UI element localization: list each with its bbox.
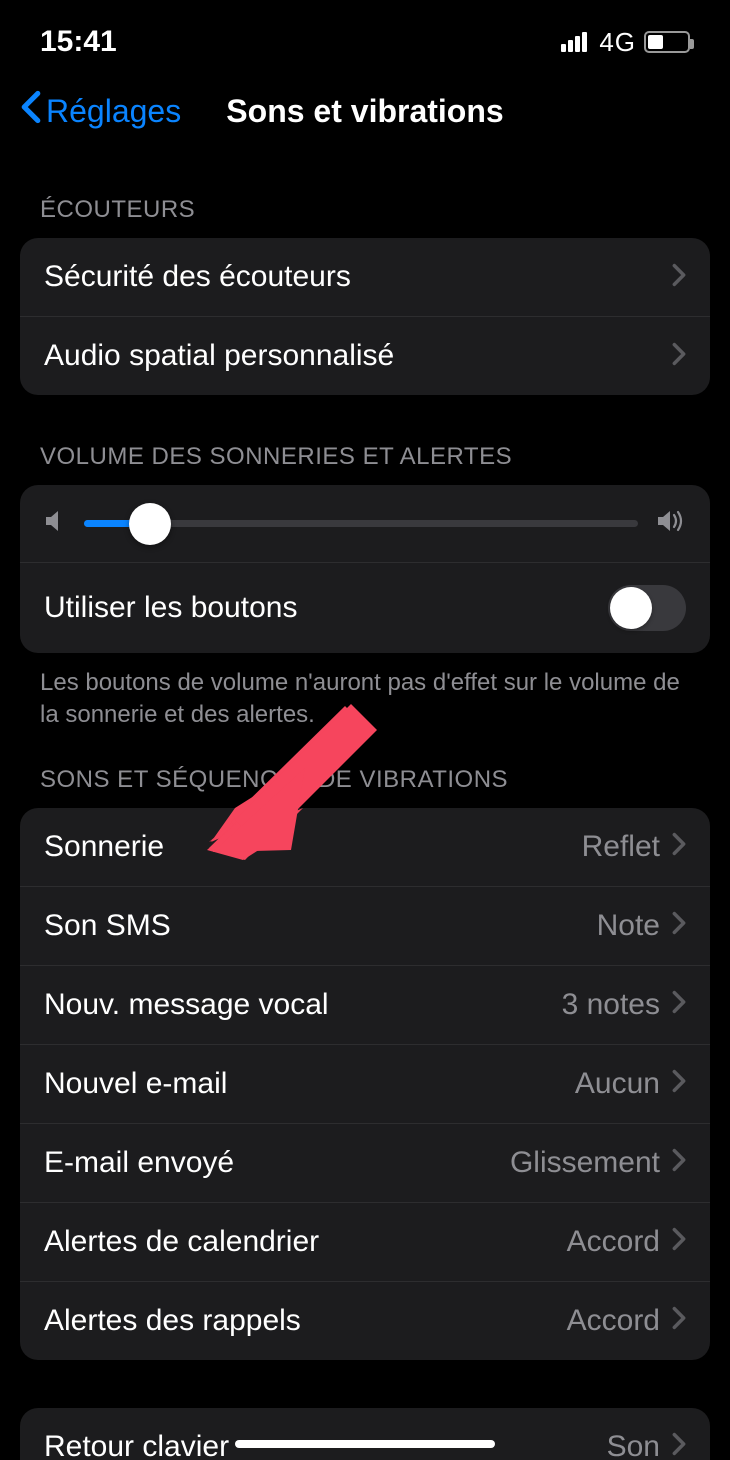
- row-voicemail[interactable]: Nouv. message vocal 3 notes: [20, 965, 710, 1044]
- chevron-right-icon: [672, 1306, 686, 1335]
- chevron-right-icon: [672, 1227, 686, 1256]
- battery-icon: [644, 31, 690, 53]
- row-value: Accord: [567, 1304, 660, 1338]
- row-sent-mail[interactable]: E-mail envoyé Glissement: [20, 1123, 710, 1202]
- row-value: Son: [607, 1430, 660, 1460]
- group-volume: Utiliser les boutons: [20, 485, 710, 653]
- group-keyboard: Retour clavier Son: [20, 1408, 710, 1460]
- network-type: 4G: [599, 27, 636, 58]
- row-spatial-audio[interactable]: Audio spatial personnalisé: [20, 316, 710, 395]
- settings-content: ÉCOUTEURS Sécurité des écouteurs Audio s…: [0, 148, 730, 1460]
- chevron-right-icon: [672, 990, 686, 1019]
- slider-thumb[interactable]: [129, 503, 171, 545]
- status-time: 15:41: [40, 25, 117, 59]
- row-volume-slider: [20, 485, 710, 562]
- chevron-right-icon: [672, 1432, 686, 1460]
- volume-high-icon: [656, 509, 686, 538]
- row-label: Sonnerie: [44, 830, 164, 864]
- home-indicator[interactable]: [235, 1440, 495, 1448]
- row-label: Alertes des rappels: [44, 1304, 301, 1338]
- row-label: Nouv. message vocal: [44, 988, 329, 1022]
- row-label: Audio spatial personnalisé: [44, 339, 394, 373]
- row-label: Utiliser les boutons: [44, 591, 297, 625]
- row-use-buttons: Utiliser les boutons: [20, 562, 710, 653]
- row-value: Accord: [567, 1225, 660, 1259]
- section-header-sounds: SONS ET SÉQUENCES DE VIBRATIONS: [20, 732, 710, 808]
- row-label: Alertes de calendrier: [44, 1225, 319, 1259]
- volume-low-icon: [44, 509, 66, 538]
- chevron-right-icon: [672, 1069, 686, 1098]
- row-label: Nouvel e-mail: [44, 1067, 227, 1101]
- chevron-right-icon: [672, 1148, 686, 1177]
- cellular-signal-icon: [561, 32, 587, 52]
- status-right: 4G: [561, 27, 690, 58]
- chevron-right-icon: [672, 832, 686, 861]
- status-bar: 15:41 4G: [0, 0, 730, 66]
- row-ringtone[interactable]: Sonnerie Reflet: [20, 808, 710, 886]
- chevron-right-icon: [672, 911, 686, 940]
- page-title: Sons et vibrations: [226, 93, 503, 130]
- row-label: Retour clavier: [44, 1430, 229, 1460]
- back-button[interactable]: Réglages: [20, 90, 181, 132]
- row-label: Sécurité des écouteurs: [44, 260, 351, 294]
- row-calendar-alerts[interactable]: Alertes de calendrier Accord: [20, 1202, 710, 1281]
- chevron-right-icon: [672, 342, 686, 371]
- row-headphone-safety[interactable]: Sécurité des écouteurs: [20, 238, 710, 316]
- row-value: Aucun: [575, 1067, 660, 1101]
- volume-slider[interactable]: [84, 520, 638, 527]
- section-header-headphones: ÉCOUTEURS: [20, 148, 710, 238]
- section-footer-volume: Les boutons de volume n'auront pas d'eff…: [20, 653, 710, 732]
- group-headphones: Sécurité des écouteurs Audio spatial per…: [20, 238, 710, 395]
- row-label: Son SMS: [44, 909, 171, 943]
- row-keyboard-feedback[interactable]: Retour clavier Son: [20, 1408, 710, 1460]
- row-label: E-mail envoyé: [44, 1146, 234, 1180]
- use-buttons-toggle[interactable]: [608, 585, 686, 631]
- row-text-tone[interactable]: Son SMS Note: [20, 886, 710, 965]
- chevron-right-icon: [672, 263, 686, 292]
- row-new-mail[interactable]: Nouvel e-mail Aucun: [20, 1044, 710, 1123]
- row-value: Note: [597, 909, 660, 943]
- row-value: Reflet: [582, 830, 660, 864]
- row-value: 3 notes: [562, 988, 660, 1022]
- row-reminder-alerts[interactable]: Alertes des rappels Accord: [20, 1281, 710, 1360]
- chevron-left-icon: [20, 90, 42, 132]
- row-value: Glissement: [510, 1146, 660, 1180]
- section-header-volume: VOLUME DES SONNERIES ET ALERTES: [20, 395, 710, 485]
- back-label: Réglages: [46, 93, 181, 130]
- group-sounds: Sonnerie Reflet Son SMS Note Nouv. messa…: [20, 808, 710, 1360]
- nav-bar: Réglages Sons et vibrations: [0, 66, 730, 148]
